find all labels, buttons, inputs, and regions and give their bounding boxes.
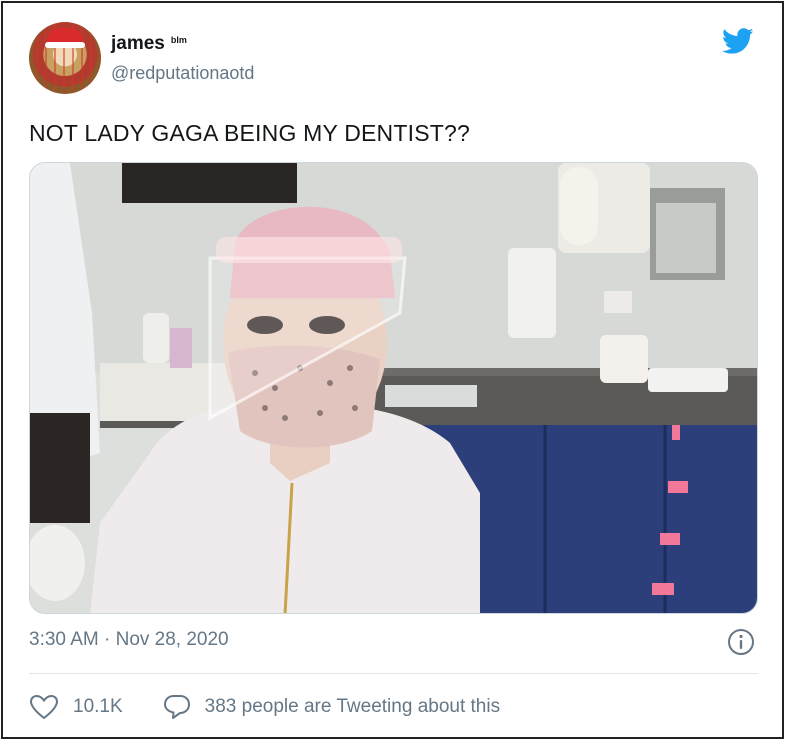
author-display-name[interactable]: james: [111, 33, 165, 55]
tweet-photo[interactable]: [29, 162, 758, 614]
tweet-actions: 10.1K 383 people are Tweeting about this: [29, 689, 500, 725]
avatar[interactable]: [29, 22, 101, 94]
author-name-badge: blm: [170, 35, 187, 45]
tweeting-about-link[interactable]: 383 people are Tweeting about this: [163, 693, 500, 721]
speech-bubble-icon: [163, 695, 190, 719]
divider: [29, 673, 758, 674]
dentist-photo-illustration: [30, 163, 757, 613]
tweet-timestamp[interactable]: 3:30 AM · Nov 28, 2020: [29, 629, 229, 651]
author-name-row[interactable]: james blm: [111, 33, 187, 55]
tweet-text: NOT LADY GAGA BEING MY DENTIST??: [29, 120, 470, 146]
author-handle[interactable]: @redputationaotd: [111, 63, 254, 84]
tweeting-about-text: 383 people are Tweeting about this: [204, 696, 501, 717]
twitter-bird-icon[interactable]: [720, 25, 756, 57]
tweet-card: james blm @redputationaotd NOT LADY GAGA…: [3, 3, 782, 737]
like-button[interactable]: 10.1K: [29, 694, 123, 720]
info-icon[interactable]: [727, 628, 755, 656]
heart-icon: [29, 694, 59, 720]
like-count: 10.1K: [73, 696, 123, 717]
avatar-santa-hat: [45, 28, 85, 48]
screenshot-frame: james blm @redputationaotd NOT LADY GAGA…: [1, 1, 784, 739]
